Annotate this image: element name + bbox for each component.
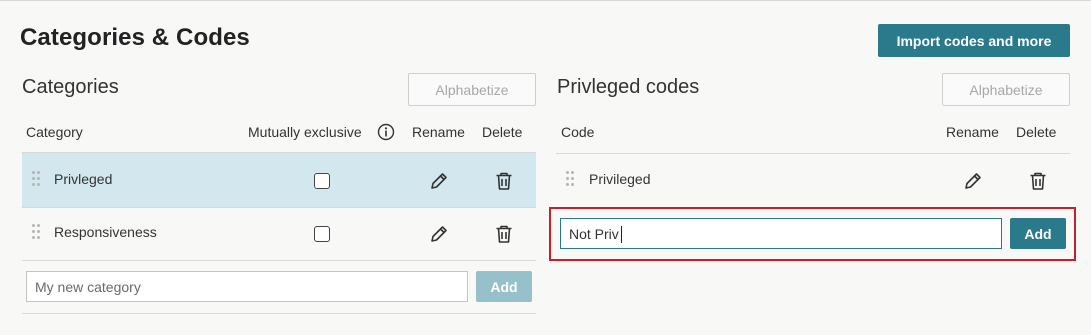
category-label: Privleged [54,171,113,187]
info-icon[interactable] [377,123,395,141]
delete-column-header: Delete [1016,124,1057,140]
code-row-privileged[interactable]: Privileged [556,154,1070,206]
trash-icon[interactable] [493,170,515,192]
add-code-button[interactable]: Add [1010,218,1066,249]
pencil-icon[interactable] [428,223,450,245]
category-row-responsiveness[interactable]: Responsiveness [22,208,536,260]
trash-icon[interactable] [493,223,515,245]
drag-handle-icon[interactable] [32,171,40,187]
text-cursor [621,226,622,243]
panel-bottom-divider [22,313,536,314]
delete-column-header: Delete [482,124,523,140]
top-divider [0,0,1091,1]
category-column-header: Category [26,124,83,140]
rename-column-header: Rename [412,124,465,140]
drag-handle-icon[interactable] [32,224,40,240]
add-category-button[interactable]: Add [476,271,532,302]
new-code-input[interactable] [560,218,1002,249]
page-title: Categories & Codes [20,24,250,51]
import-codes-button[interactable]: Import codes and more [878,24,1070,57]
code-column-header: Code [561,124,595,140]
pencil-icon[interactable] [962,170,984,192]
category-row-privleged[interactable]: Privleged [22,153,536,207]
pencil-icon[interactable] [428,170,450,192]
row-divider [22,260,536,261]
codes-alphabetize-button[interactable]: Alphabetize [942,73,1070,106]
categories-alphabetize-button[interactable]: Alphabetize [408,73,536,106]
rename-column-header: Rename [946,124,999,140]
mutually-exclusive-checkbox[interactable] [314,173,330,189]
categories-panel-title: Categories [22,76,119,98]
mutually-exclusive-checkbox[interactable] [314,226,330,242]
mutually-exclusive-column-header: Mutually exclusive [248,124,362,140]
new-category-input[interactable] [26,271,468,302]
codes-panel-title: Privleged codes [557,76,700,98]
trash-icon[interactable] [1027,170,1049,192]
category-label: Responsiveness [54,224,157,240]
drag-handle-icon[interactable] [566,171,574,187]
code-label: Privileged [589,171,651,187]
